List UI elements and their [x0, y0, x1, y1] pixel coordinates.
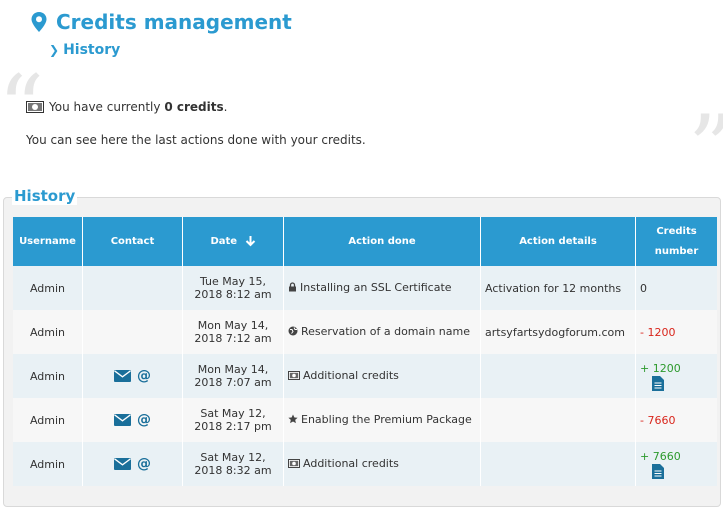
breadcrumb-label: History: [63, 42, 121, 58]
action-label: Additional credits: [303, 369, 399, 383]
credits-amount: + 1200: [640, 361, 681, 375]
page-title: Credits management: [56, 10, 292, 34]
cell-contact: [82, 266, 183, 310]
credits-amount: - 1200: [640, 325, 676, 339]
date-line1: Sat May 12,: [200, 451, 266, 464]
column-credits-line2: number: [654, 245, 699, 257]
cell-username: Admin: [13, 354, 83, 398]
envelope-icon[interactable]: [114, 457, 131, 470]
cell-details: artsyfartsydogforum.com: [480, 310, 636, 354]
action-label: Enabling the Premium Package: [301, 413, 472, 427]
cell-action: Additional credits: [283, 442, 481, 486]
document-icon[interactable]: [652, 375, 664, 391]
table-row: Admin Mon May 14, 2018 7:12 am Reservation …: [13, 310, 717, 354]
date-line2: 2018 7:07 am: [194, 376, 272, 389]
table-row: Admin Tue May 15, 2018 8:12 am Installing a…: [13, 266, 717, 310]
column-contact: Contact: [82, 217, 183, 266]
column-date[interactable]: Date: [182, 217, 284, 266]
date-line1: Sat May 12,: [200, 407, 266, 420]
cell-details: [480, 354, 636, 398]
contact-actions: @: [114, 456, 151, 472]
cell-action: Installing an SSL Certificate: [283, 266, 481, 310]
star-icon: [288, 414, 298, 427]
cell-action: Reservation of a domain name: [283, 310, 481, 354]
cell-username: Admin: [13, 398, 83, 442]
cell-credits: - 7660: [635, 398, 717, 442]
cell-username: Admin: [13, 266, 83, 310]
cell-credits: + 7660: [635, 442, 717, 486]
cell-username: Admin: [13, 310, 83, 354]
cell-details: [480, 442, 636, 486]
cell-credits: 0: [635, 266, 717, 310]
credits-prefix: You have currently: [49, 100, 161, 114]
action-label: Additional credits: [303, 457, 399, 471]
credits-summary: You have currently 0 credits.: [26, 100, 227, 114]
money-icon: [288, 370, 300, 383]
credits-amount: 0: [640, 281, 647, 295]
sort-down-icon[interactable]: [245, 235, 256, 247]
date-line2: 2018 2:17 pm: [194, 420, 272, 433]
action-label: Installing an SSL Certificate: [300, 281, 452, 295]
column-username: Username: [13, 217, 83, 266]
cell-credits: - 1200: [635, 310, 717, 354]
breadcrumb[interactable]: ❯ History: [49, 42, 120, 58]
contact-actions: @: [114, 412, 151, 428]
cell-date: Sat May 12, 2018 2:17 pm: [182, 398, 284, 442]
globe-icon: [288, 326, 298, 339]
date-line2: 2018 8:12 am: [194, 288, 272, 301]
cell-username: Admin: [13, 442, 83, 486]
at-icon[interactable]: @: [137, 412, 151, 428]
envelope-icon[interactable]: [114, 413, 131, 426]
document-icon[interactable]: [652, 463, 664, 479]
date-line2: 2018 7:12 am: [194, 332, 272, 345]
credits-description: You can see here the last actions done w…: [26, 133, 366, 147]
cell-contact: @: [82, 442, 183, 486]
table-row: Admin @ Mon May 14, 2018 7:07 am Additional …: [13, 354, 717, 398]
quote-close-icon: ”: [688, 104, 723, 194]
contact-actions: @: [114, 368, 151, 384]
cell-action: Enabling the Premium Package: [283, 398, 481, 442]
money-icon: [288, 458, 300, 471]
cell-contact: @: [82, 354, 183, 398]
money-icon: [26, 101, 44, 113]
cell-credits: + 1200: [635, 354, 717, 398]
at-icon[interactable]: @: [137, 368, 151, 384]
cell-details: Activation for 12 months: [480, 266, 636, 310]
history-table: Username Contact Date Action done Action…: [13, 217, 717, 486]
history-rows: Admin Tue May 15, 2018 8:12 am Installing a…: [13, 266, 717, 486]
page-header: Credits management: [30, 10, 292, 34]
action-label: Reservation of a domain name: [301, 325, 470, 339]
at-icon[interactable]: @: [137, 456, 151, 472]
credits-amount: - 7660: [640, 413, 676, 427]
date-line1: Mon May 14,: [197, 319, 269, 332]
table-header-row: Username Contact Date Action done Action…: [13, 217, 717, 266]
column-details: Action details: [480, 217, 636, 266]
cell-date: Mon May 14, 2018 7:07 am: [182, 354, 284, 398]
history-legend: History: [12, 187, 78, 205]
date-line1: Mon May 14,: [197, 363, 269, 376]
cell-date: Tue May 15, 2018 8:12 am: [182, 266, 284, 310]
table-row: Admin @ Sat May 12, 2018 2:17 pm Enabling th…: [13, 398, 717, 442]
chevron-right-icon: ❯: [49, 43, 60, 57]
credits-value: 0 credits: [164, 100, 224, 114]
credits-suffix: .: [223, 100, 228, 114]
column-credits: Credits number: [635, 217, 717, 266]
lock-icon: [288, 282, 297, 295]
cell-details: [480, 398, 636, 442]
cell-date: Mon May 14, 2018 7:12 am: [182, 310, 284, 354]
cell-action: Additional credits: [283, 354, 481, 398]
envelope-icon[interactable]: [114, 369, 131, 382]
column-credits-line1: Credits: [656, 225, 697, 237]
table-row: Admin @ Sat May 12, 2018 8:32 am Additional …: [13, 442, 717, 486]
date-line1: Tue May 15,: [199, 275, 267, 288]
date-line2: 2018 8:32 am: [194, 464, 272, 477]
column-date-label: Date: [210, 236, 238, 247]
cell-contact: @: [82, 398, 183, 442]
column-action: Action done: [283, 217, 481, 266]
cell-contact: [82, 310, 183, 354]
credits-amount: + 7660: [640, 449, 681, 463]
cell-date: Sat May 12, 2018 8:32 am: [182, 442, 284, 486]
map-pin-icon: [31, 12, 47, 32]
